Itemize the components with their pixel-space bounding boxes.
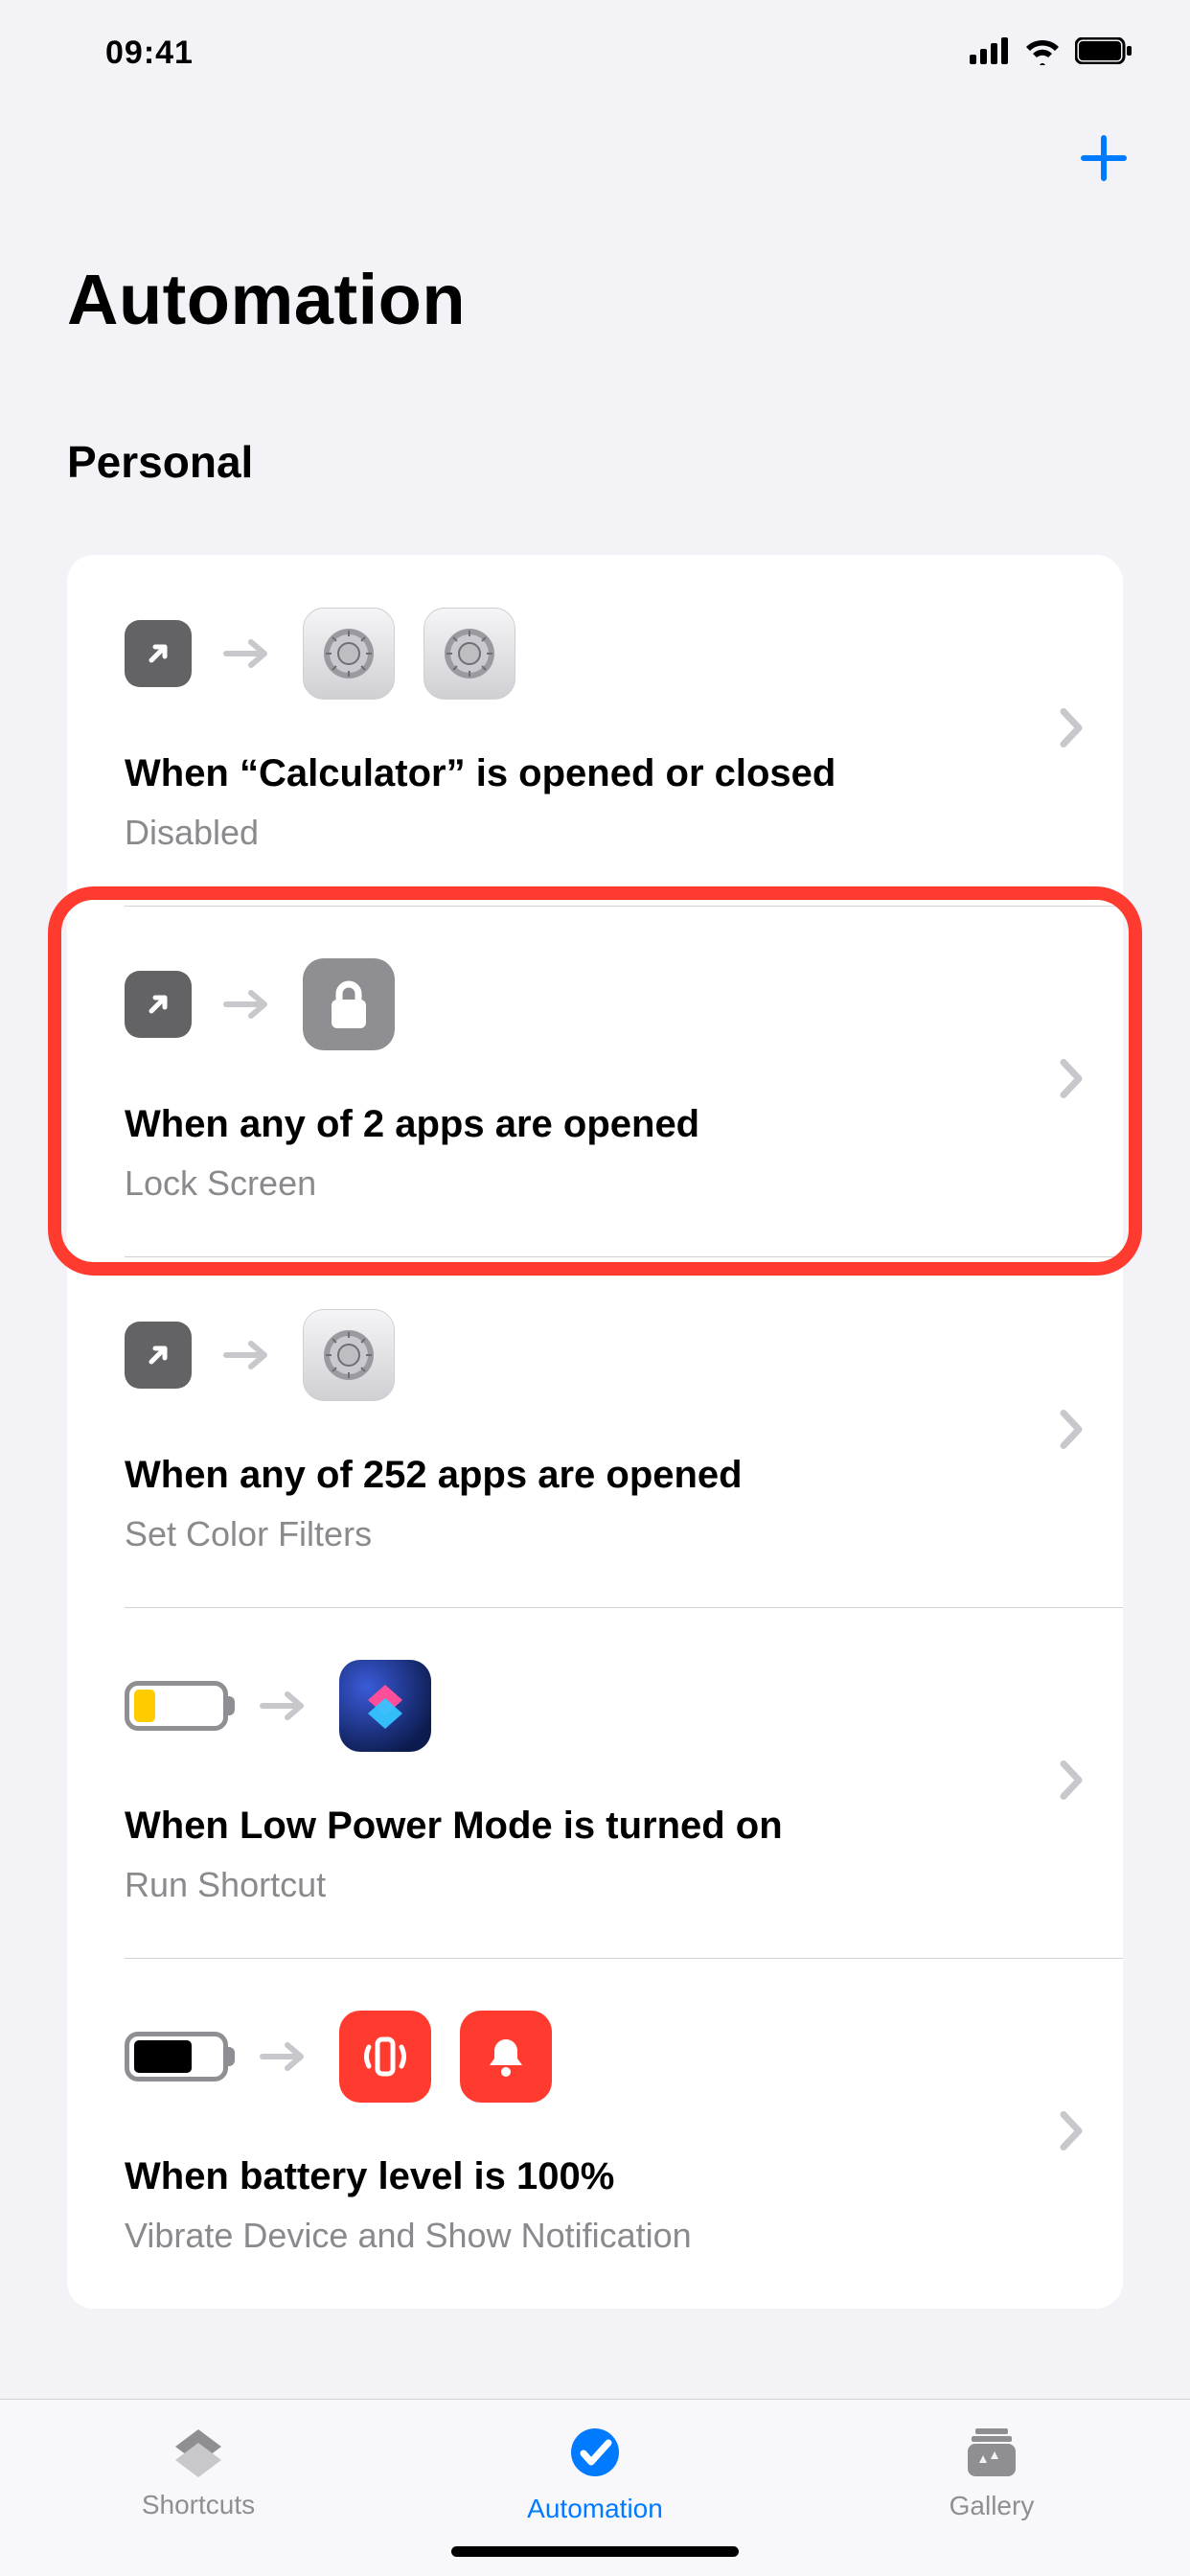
tab-label: Automation (527, 2494, 663, 2524)
automation-title: When any of 2 apps are opened (125, 1103, 1037, 1146)
automation-row-252-apps[interactable]: When any of 252 apps are opened Set Colo… (67, 1256, 1123, 1607)
battery-icon (1075, 37, 1133, 69)
chevron-right-icon (1060, 1410, 1085, 1455)
app-open-trigger-icon (125, 620, 192, 687)
chevron-right-icon (1060, 1059, 1085, 1104)
nav-bar (0, 105, 1190, 211)
automation-row-calculator[interactable]: When “Calculator” is opened or closed Di… (67, 555, 1123, 906)
add-button[interactable] (1065, 120, 1142, 196)
automation-tab-icon (566, 2424, 624, 2486)
battery-level-trigger-icon (125, 2032, 228, 2082)
lock-action-icon (303, 958, 395, 1050)
home-indicator[interactable] (451, 2546, 739, 2557)
notification-action-icon (460, 2011, 552, 2103)
chevron-right-icon (1060, 1760, 1085, 1806)
section-header-personal: Personal (0, 379, 1190, 526)
automation-subtitle: Disabled (125, 813, 1037, 853)
chevron-right-icon (1060, 708, 1085, 753)
automation-icons (125, 958, 1037, 1050)
tab-label: Shortcuts (142, 2490, 255, 2520)
page-title: Automation (0, 211, 1190, 379)
automation-row-2-apps-lock[interactable]: When any of 2 apps are opened Lock Scree… (67, 906, 1123, 1256)
settings-action-icon (303, 608, 395, 700)
tab-gallery[interactable]: Gallery (793, 2400, 1190, 2547)
status-bar: 09:41 (0, 0, 1190, 105)
arrow-right-icon (220, 634, 274, 673)
status-time: 09:41 (105, 34, 194, 72)
chevron-right-icon (1060, 2111, 1085, 2156)
app-open-trigger-icon (125, 971, 192, 1038)
app-open-trigger-icon (125, 1322, 192, 1389)
automation-icons (125, 2011, 1037, 2103)
automation-icons (125, 608, 1037, 700)
automation-icons (125, 1660, 1037, 1752)
automation-subtitle: Lock Screen (125, 1163, 1037, 1204)
tab-shortcuts[interactable]: Shortcuts (0, 2400, 397, 2547)
automation-title: When battery level is 100% (125, 2155, 1037, 2198)
arrow-right-icon (257, 1687, 310, 1725)
low-battery-trigger-icon (125, 1681, 228, 1731)
arrow-right-icon (220, 985, 274, 1024)
automation-subtitle: Vibrate Device and Show Notification (125, 2216, 1037, 2256)
status-indicators (970, 36, 1133, 70)
tab-label: Gallery (950, 2491, 1035, 2521)
automation-icons (125, 1309, 1037, 1401)
automation-row-battery-100[interactable]: When battery level is 100% Vibrate Devic… (67, 1958, 1123, 2309)
settings-action-icon (423, 608, 515, 700)
automation-title: When Low Power Mode is turned on (125, 1805, 1037, 1848)
automations-list: When “Calculator” is opened or closed Di… (67, 555, 1123, 2309)
automation-title: When “Calculator” is opened or closed (125, 752, 1037, 795)
cellular-icon (970, 37, 1010, 69)
automation-subtitle: Run Shortcut (125, 1865, 1037, 1905)
arrow-right-icon (257, 2037, 310, 2076)
automation-subtitle: Set Color Filters (125, 1514, 1037, 1554)
shortcuts-action-icon (339, 1660, 431, 1752)
automation-row-low-power[interactable]: When Low Power Mode is turned on Run Sho… (67, 1607, 1123, 1958)
settings-action-icon (303, 1309, 395, 1401)
plus-icon (1078, 132, 1130, 184)
gallery-tab-icon (962, 2426, 1021, 2483)
arrow-right-icon (220, 1336, 274, 1374)
wifi-icon (1023, 36, 1062, 70)
automation-title: When any of 252 apps are opened (125, 1454, 1037, 1497)
shortcuts-tab-icon (170, 2427, 227, 2482)
vibrate-action-icon (339, 2011, 431, 2103)
tab-automation[interactable]: Automation (397, 2400, 793, 2547)
